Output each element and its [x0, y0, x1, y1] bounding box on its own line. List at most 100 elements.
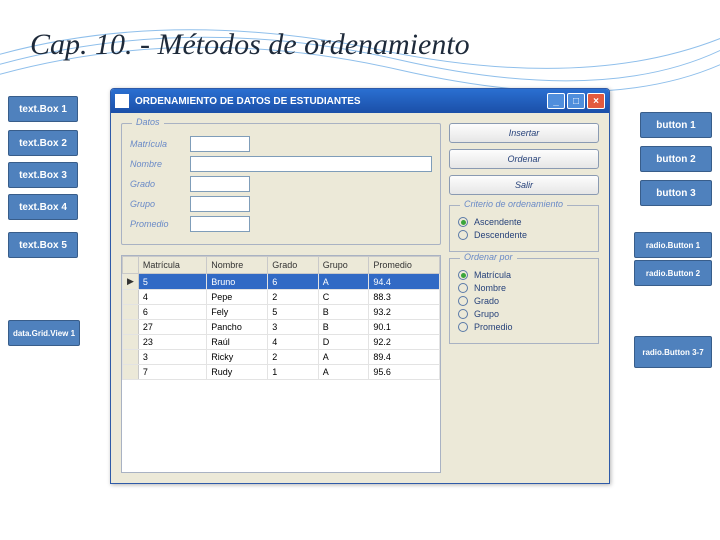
table-cell: 88.3 — [369, 290, 440, 305]
table-cell: B — [318, 320, 369, 335]
groupbox-ordenarpor: Ordenar por Matrícula Nombre Grado Grupo… — [449, 258, 599, 344]
table-cell: 95.6 — [369, 365, 440, 380]
radio-matricula[interactable]: Matrícula — [458, 270, 590, 280]
table-cell: 5 — [268, 305, 319, 320]
groupbox-criterio: Criterio de ordenamiento Ascendente Desc… — [449, 205, 599, 252]
table-row[interactable]: 6Fely5B93.2 — [123, 305, 440, 320]
table-cell: 90.1 — [369, 320, 440, 335]
grado-input[interactable] — [190, 176, 250, 192]
close-button[interactable]: × — [587, 93, 605, 109]
callout-textbox1: text.Box 1 — [8, 96, 78, 122]
radio-dot-icon — [458, 309, 468, 319]
radio-grupo[interactable]: Grupo — [458, 309, 590, 319]
callout-radiobutton1: radio.Button 1 — [634, 232, 712, 258]
radio-dot-icon — [458, 230, 468, 240]
nombre-label: Nombre — [130, 159, 190, 169]
table-header[interactable]: Grupo — [318, 257, 369, 274]
callout-radiobutton3-7: radio.Button 3-7 — [634, 336, 712, 368]
minimize-button[interactable]: _ — [547, 93, 565, 109]
radio-dot-icon — [458, 283, 468, 293]
table-cell: 2 — [268, 290, 319, 305]
table-cell: C — [318, 290, 369, 305]
callout-radiobutton2: radio.Button 2 — [634, 260, 712, 286]
callout-textbox2: text.Box 2 — [8, 130, 78, 156]
table-cell: Bruno — [207, 274, 268, 290]
table-cell: A — [318, 365, 369, 380]
app-icon: ◧ — [115, 94, 129, 108]
table-cell: 5 — [138, 274, 206, 290]
table-cell: Pancho — [207, 320, 268, 335]
table-cell: Rudy — [207, 365, 268, 380]
radio-grado[interactable]: Grado — [458, 296, 590, 306]
app-window: ◧ ORDENAMIENTO DE DATOS DE ESTUDIANTES _… — [110, 88, 610, 484]
table-cell: 4 — [268, 335, 319, 350]
table-cell: 93.2 — [369, 305, 440, 320]
insertar-button[interactable]: Insertar — [449, 123, 599, 143]
datagridview[interactable]: MatrículaNombreGradoGrupoPromedio▶5Bruno… — [121, 255, 441, 473]
ordenarpor-legend: Ordenar por — [460, 252, 517, 262]
grupo-label: Grupo — [130, 199, 190, 209]
ordenar-button[interactable]: Ordenar — [449, 149, 599, 169]
callout-button3: button 3 — [640, 180, 712, 206]
table-row[interactable]: 27Pancho3B90.1 — [123, 320, 440, 335]
callout-datagridview: data.Grid.View 1 — [8, 320, 80, 346]
radio-descendente[interactable]: Descendente — [458, 230, 590, 240]
table-cell: B — [318, 305, 369, 320]
table-cell: 7 — [138, 365, 206, 380]
table-row[interactable]: 4Pepe2C88.3 — [123, 290, 440, 305]
callout-textbox5: text.Box 5 — [8, 232, 78, 258]
promedio-input[interactable] — [190, 216, 250, 232]
radio-ascendente[interactable]: Ascendente — [458, 217, 590, 227]
table-cell: A — [318, 350, 369, 365]
slide-title: Cap. 10. - Métodos de ordenamiento — [30, 28, 470, 62]
table-cell: 89.4 — [369, 350, 440, 365]
table-header[interactable]: Matrícula — [138, 257, 206, 274]
callout-button1: button 1 — [640, 112, 712, 138]
table-header[interactable]: Promedio — [369, 257, 440, 274]
radio-promedio[interactable]: Promedio — [458, 322, 590, 332]
table-cell: 4 — [138, 290, 206, 305]
maximize-button[interactable]: □ — [567, 93, 585, 109]
promedio-label: Promedio — [130, 219, 190, 229]
matricula-label: Matrícula — [130, 139, 190, 149]
table-cell: 6 — [138, 305, 206, 320]
window-title: ORDENAMIENTO DE DATOS DE ESTUDIANTES — [135, 96, 361, 107]
callout-button2: button 2 — [640, 146, 712, 172]
table-row[interactable]: 23Raúl4D92.2 — [123, 335, 440, 350]
table-cell: 3 — [268, 320, 319, 335]
table-cell: D — [318, 335, 369, 350]
radio-dot-icon — [458, 217, 468, 227]
table-cell: 2 — [268, 350, 319, 365]
matricula-input[interactable] — [190, 136, 250, 152]
radio-nombre[interactable]: Nombre — [458, 283, 590, 293]
table-cell: 3 — [138, 350, 206, 365]
table-cell: Pepe — [207, 290, 268, 305]
table-cell: 94.4 — [369, 274, 440, 290]
table-cell: A — [318, 274, 369, 290]
callout-textbox4: text.Box 4 — [8, 194, 78, 220]
grupo-input[interactable] — [190, 196, 250, 212]
table-cell: Raúl — [207, 335, 268, 350]
groupbox-datos-legend: Datos — [132, 117, 164, 127]
table-cell: 6 — [268, 274, 319, 290]
callout-textbox3: text.Box 3 — [8, 162, 78, 188]
table-cell: 23 — [138, 335, 206, 350]
table-cell: Ricky — [207, 350, 268, 365]
radio-dot-icon — [458, 322, 468, 332]
table-cell: 27 — [138, 320, 206, 335]
radio-dot-icon — [458, 296, 468, 306]
table-cell: 1 — [268, 365, 319, 380]
salir-button[interactable]: Salir — [449, 175, 599, 195]
table-row[interactable]: 3Ricky2A89.4 — [123, 350, 440, 365]
grado-label: Grado — [130, 179, 190, 189]
table-row[interactable]: ▶5Bruno6A94.4 — [123, 274, 440, 290]
table-row[interactable]: 7Rudy1A95.6 — [123, 365, 440, 380]
nombre-input[interactable] — [190, 156, 432, 172]
radio-dot-icon — [458, 270, 468, 280]
criterio-legend: Criterio de ordenamiento — [460, 199, 567, 209]
groupbox-datos: Datos Matrícula Nombre Grado Grupo — [121, 123, 441, 245]
table-header[interactable]: Nombre — [207, 257, 268, 274]
table-cell: 92.2 — [369, 335, 440, 350]
titlebar[interactable]: ◧ ORDENAMIENTO DE DATOS DE ESTUDIANTES _… — [111, 89, 609, 113]
table-header[interactable]: Grado — [268, 257, 319, 274]
